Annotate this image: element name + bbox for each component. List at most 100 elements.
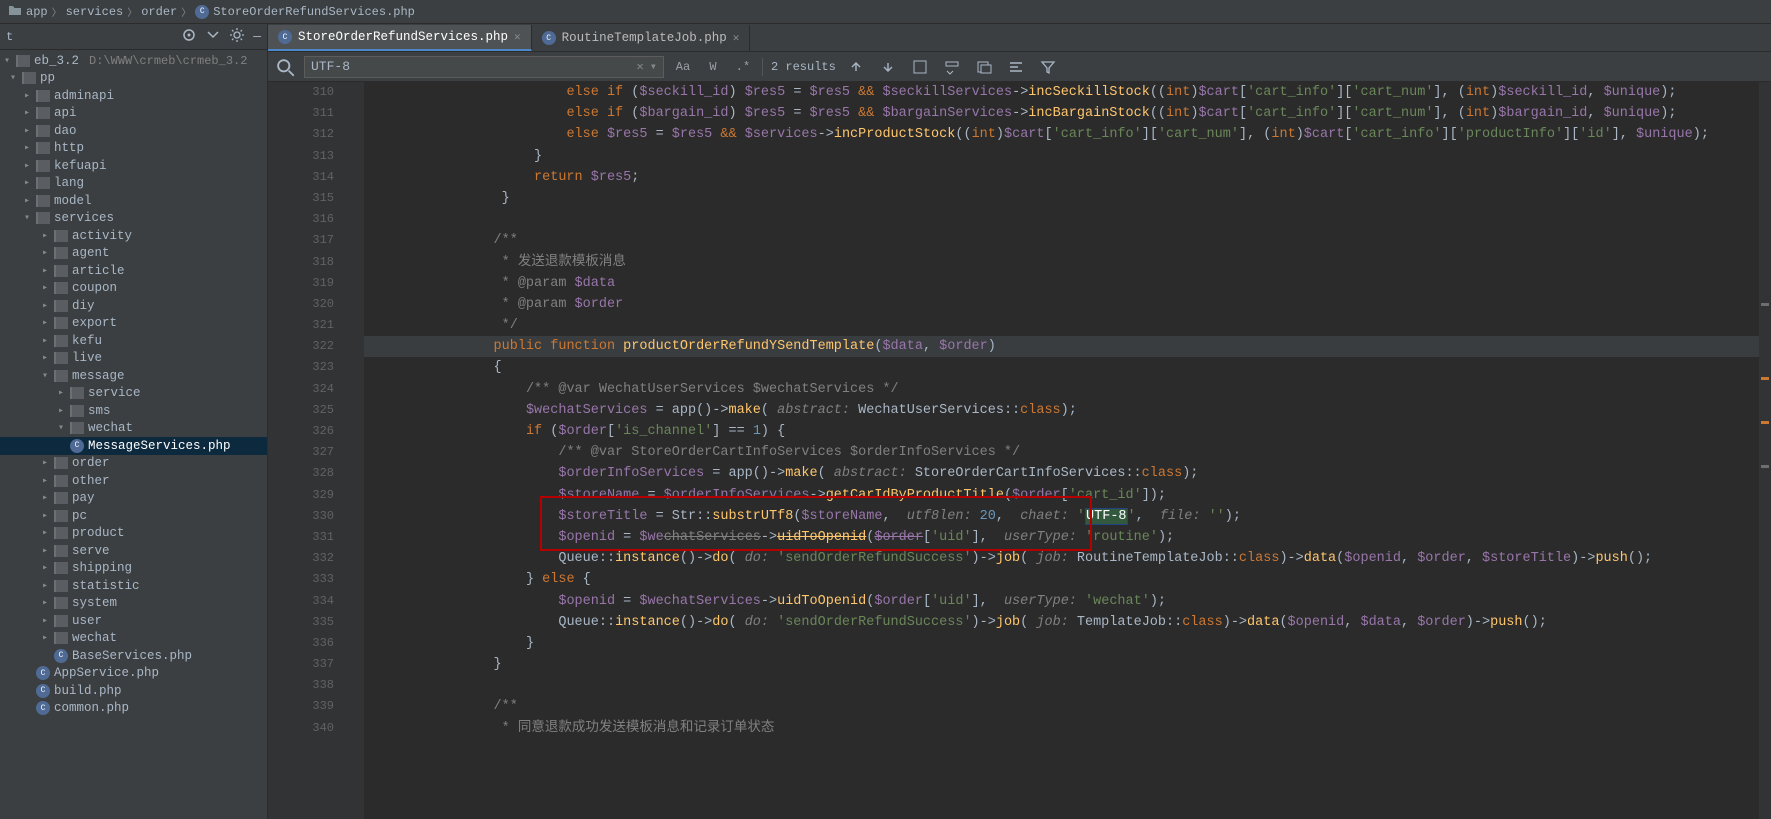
words-toggle[interactable]: W [702, 56, 724, 78]
expand-arrow-icon[interactable]: ▸ [22, 125, 32, 137]
dir-item[interactable]: ▸statistic [0, 577, 267, 595]
search-icon[interactable] [274, 56, 296, 78]
dir-item[interactable]: ▸order [0, 455, 267, 473]
close-icon[interactable]: ✕ [733, 31, 740, 45]
dir-item[interactable]: ▸agent [0, 245, 267, 263]
code-line[interactable] [364, 209, 1759, 230]
dir-item[interactable]: ▸shipping [0, 560, 267, 578]
fold-gutter[interactable] [344, 82, 364, 819]
code-line[interactable]: if ($order['is_channel'] == 1) { [364, 421, 1759, 442]
dir-item[interactable]: ▸kefuapi [0, 157, 267, 175]
expand-arrow-icon[interactable]: ▸ [40, 230, 50, 242]
expand-arrow-icon[interactable]: ▸ [56, 405, 66, 417]
expand-arrow-icon[interactable]: ▸ [40, 282, 50, 294]
expand-arrow-icon[interactable]: ▸ [40, 615, 50, 627]
dir-item[interactable]: ▸service [0, 385, 267, 403]
expand-arrow-icon[interactable]: ▸ [40, 317, 50, 329]
editor-tab[interactable]: C StoreOrderRefundServices.php ✕ [268, 25, 532, 51]
code-line[interactable]: * 同意退款成功发送模板消息和记录订单状态 [364, 718, 1759, 739]
code-line[interactable]: else $res5 = $res5 && $services->incProd… [364, 124, 1759, 145]
dir-item[interactable]: ▾message [0, 367, 267, 385]
dir-item[interactable]: ▸pc [0, 507, 267, 525]
find-input[interactable] [311, 59, 631, 74]
breadcrumb-item[interactable]: app [26, 5, 48, 19]
history-icon[interactable]: ▾ [650, 59, 657, 74]
expand-arrow-icon[interactable]: ▸ [22, 160, 32, 172]
code-line[interactable]: $wechatServices = app()->make( abstract:… [364, 400, 1759, 421]
dir-item[interactable]: ▸product [0, 525, 267, 543]
match-case-toggle[interactable]: Aa [672, 56, 694, 78]
code-line[interactable]: } [364, 146, 1759, 167]
dir-item[interactable]: ▸system [0, 595, 267, 613]
filter-icon[interactable] [1036, 56, 1060, 78]
close-icon[interactable]: ✕ [514, 30, 521, 44]
hide-icon[interactable]: — [253, 29, 261, 44]
code-line[interactable]: */ [364, 315, 1759, 336]
expand-arrow-icon[interactable]: ▸ [40, 580, 50, 592]
dir-item[interactable]: ▸api [0, 105, 267, 123]
code-line[interactable]: } [364, 188, 1759, 209]
dir-item[interactable]: ▸live [0, 350, 267, 368]
expand-arrow-icon[interactable]: ▸ [40, 265, 50, 277]
code-line[interactable]: * 发送退款模板消息 [364, 252, 1759, 273]
dir-item[interactable]: ▾wechat [0, 420, 267, 438]
code-line[interactable]: else if ($bargain_id) $res5 = $res5 && $… [364, 103, 1759, 124]
dir-item[interactable]: ▸sms [0, 402, 267, 420]
error-stripe[interactable] [1759, 82, 1771, 819]
expand-arrow-icon[interactable]: ▸ [40, 247, 50, 259]
expand-arrow-icon[interactable]: ▾ [22, 212, 32, 224]
prev-match-icon[interactable] [844, 56, 868, 78]
dir-item[interactable]: ▸adminapi [0, 87, 267, 105]
expand-arrow-icon[interactable]: ▸ [40, 510, 50, 522]
code-line[interactable]: $openid = $wechatServices->uidToOpenid($… [364, 527, 1759, 548]
code-line[interactable]: return $res5; [364, 167, 1759, 188]
settings-toggle-icon[interactable] [1004, 56, 1028, 78]
open-in-find-window-icon[interactable] [972, 56, 996, 78]
breadcrumb-item[interactable]: order [141, 5, 177, 19]
target-dropdown[interactable]: t [6, 30, 173, 44]
dir-item[interactable]: ▸other [0, 472, 267, 490]
code-line[interactable]: /** [364, 696, 1759, 717]
file-item[interactable]: CMessageServices.php [0, 437, 267, 455]
expand-arrow-icon[interactable]: ▸ [40, 475, 50, 487]
code-line[interactable]: else if ($seckill_id) $res5 = $res5 && $… [364, 82, 1759, 103]
dir-item[interactable]: ▸model [0, 192, 267, 210]
dir-item[interactable]: ▸lang [0, 175, 267, 193]
project-tree[interactable]: ▾eb_3.2D:\WWW\crmeb\crmeb_3.2▾pp▸adminap… [0, 50, 267, 819]
code-line[interactable]: } [364, 633, 1759, 654]
file-item[interactable]: CBaseServices.php [0, 647, 267, 665]
dir-item[interactable]: ▸wechat [0, 630, 267, 648]
file-item[interactable]: CAppService.php [0, 665, 267, 683]
expand-arrow-icon[interactable]: ▾ [40, 370, 50, 382]
regex-toggle[interactable]: .* [732, 56, 754, 78]
expand-all-icon[interactable] [205, 27, 221, 47]
project-root[interactable]: ▾eb_3.2D:\WWW\crmeb\crmeb_3.2 [0, 52, 267, 70]
expand-arrow-icon[interactable]: ▸ [22, 107, 32, 119]
expand-arrow-icon[interactable]: ▸ [22, 177, 32, 189]
dir-item[interactable]: ▸coupon [0, 280, 267, 298]
code-line[interactable]: /** @var WechatUserServices $wechatServi… [364, 379, 1759, 400]
expand-arrow-icon[interactable]: ▸ [40, 632, 50, 644]
file-item[interactable]: Cbuild.php [0, 682, 267, 700]
code-line[interactable]: $orderInfoServices = app()->make( abstra… [364, 463, 1759, 484]
code-editor[interactable]: 3103113123133143153163173183193203213223… [268, 82, 1771, 819]
dir-item[interactable]: ▸http [0, 140, 267, 158]
expand-arrow-icon[interactable]: ▾ [2, 55, 12, 67]
expand-arrow-icon[interactable]: ▸ [40, 527, 50, 539]
breadcrumb-file[interactable]: StoreOrderRefundServices.php [213, 5, 415, 19]
dir-item[interactable]: ▸article [0, 262, 267, 280]
expand-arrow-icon[interactable]: ▾ [56, 422, 66, 434]
locate-icon[interactable] [181, 27, 197, 47]
code-line[interactable]: } [364, 654, 1759, 675]
expand-arrow-icon[interactable]: ▸ [40, 300, 50, 312]
dir-item[interactable]: ▸user [0, 612, 267, 630]
code-line[interactable]: $storeTitle = Str::substrUTf8($storeName… [364, 506, 1759, 527]
code-line[interactable]: /** [364, 230, 1759, 251]
code-lines[interactable]: else if ($seckill_id) $res5 = $res5 && $… [364, 82, 1759, 819]
dir-item[interactable]: ▸serve [0, 542, 267, 560]
code-line[interactable]: $openid = $wechatServices->uidToOpenid($… [364, 591, 1759, 612]
expand-arrow-icon[interactable]: ▸ [40, 545, 50, 557]
code-line[interactable]: * @param $data [364, 273, 1759, 294]
expand-arrow-icon[interactable]: ▸ [40, 597, 50, 609]
expand-arrow-icon[interactable]: ▸ [40, 562, 50, 574]
